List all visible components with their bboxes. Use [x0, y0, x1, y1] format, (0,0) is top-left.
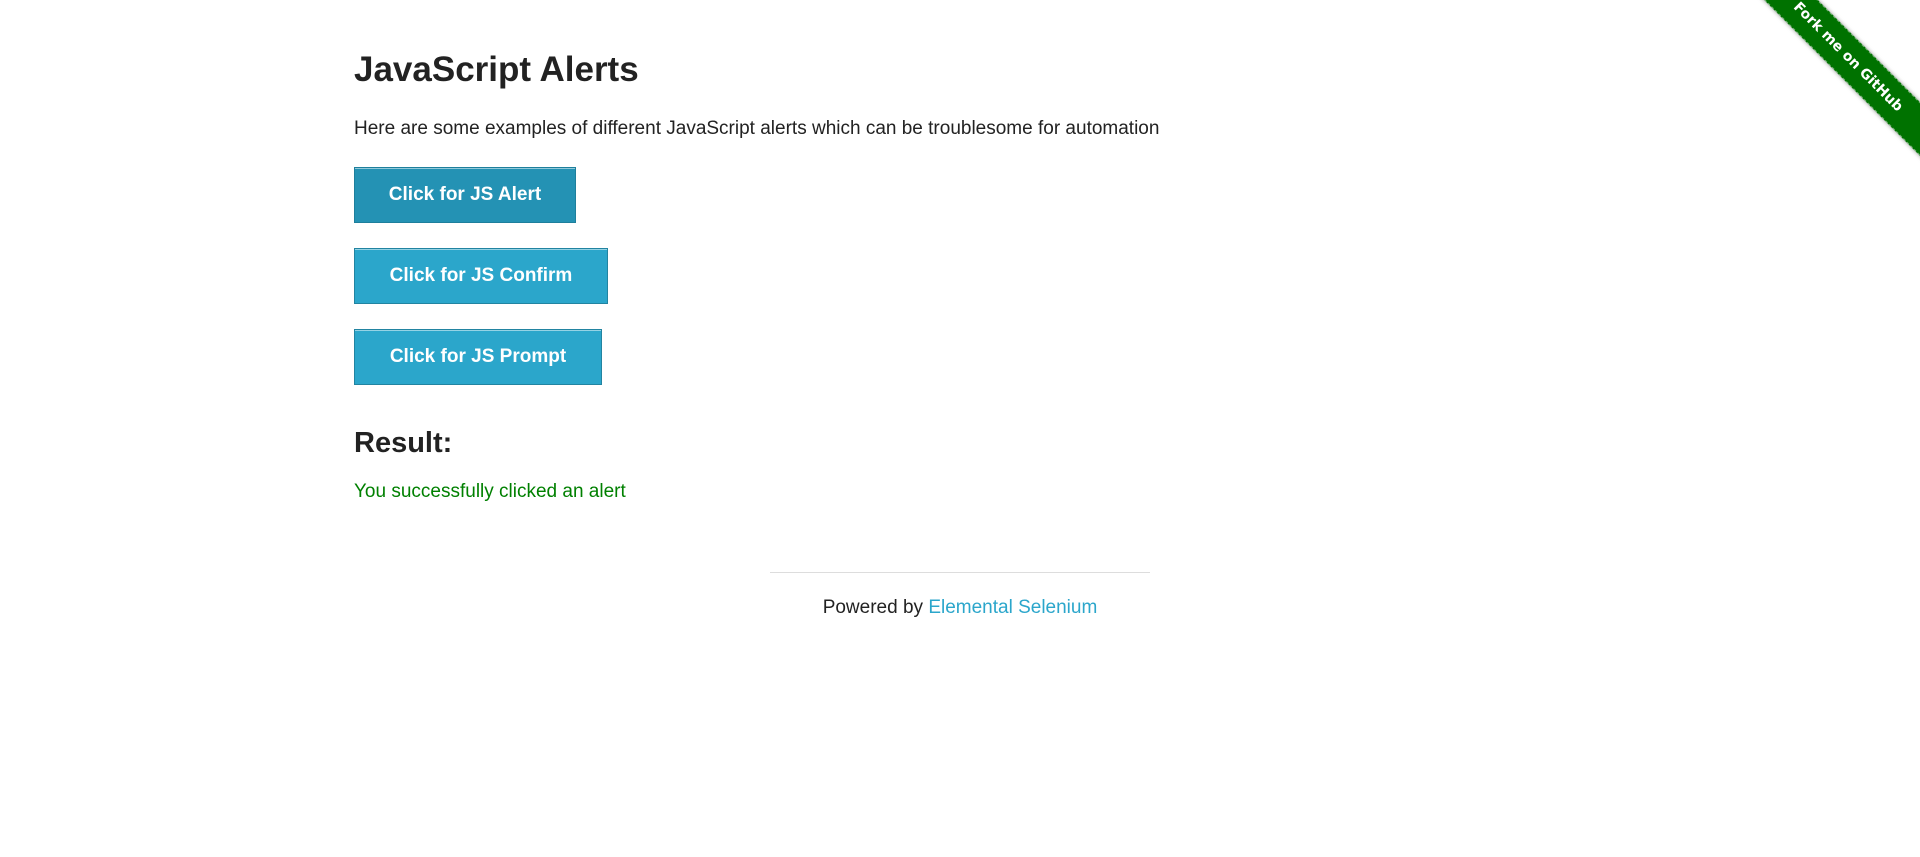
footer: Powered by Elemental Selenium — [770, 572, 1150, 623]
alert-button-item: Click for JS Alert — [354, 167, 1566, 223]
elemental-selenium-link[interactable]: Elemental Selenium — [928, 597, 1097, 618]
alert-button-list: Click for JS Alert Click for JS Confirm … — [354, 167, 1566, 385]
footer-prefix: Powered by — [822, 597, 929, 618]
page: JavaScript Alerts Here are some examples… — [0, 0, 1920, 857]
github-ribbon-container: Fork me on GitHub — [1750, 0, 1920, 170]
js-alert-button[interactable]: Click for JS Alert — [354, 167, 576, 223]
js-prompt-button[interactable]: Click for JS Prompt — [354, 329, 602, 385]
fork-on-github-ribbon[interactable]: Fork me on GitHub — [1750, 0, 1920, 163]
page-description: Here are some examples of different Java… — [354, 118, 1160, 139]
js-confirm-button[interactable]: Click for JS Confirm — [354, 248, 608, 304]
confirm-button-item: Click for JS Confirm — [354, 248, 1566, 304]
result-heading: Result: — [354, 427, 453, 459]
main-content: JavaScript Alerts Here are some examples… — [354, 40, 1566, 507]
result-text: You successfully clicked an alert — [354, 481, 626, 502]
page-title: JavaScript Alerts — [354, 50, 639, 89]
prompt-button-item: Click for JS Prompt — [354, 329, 1566, 385]
